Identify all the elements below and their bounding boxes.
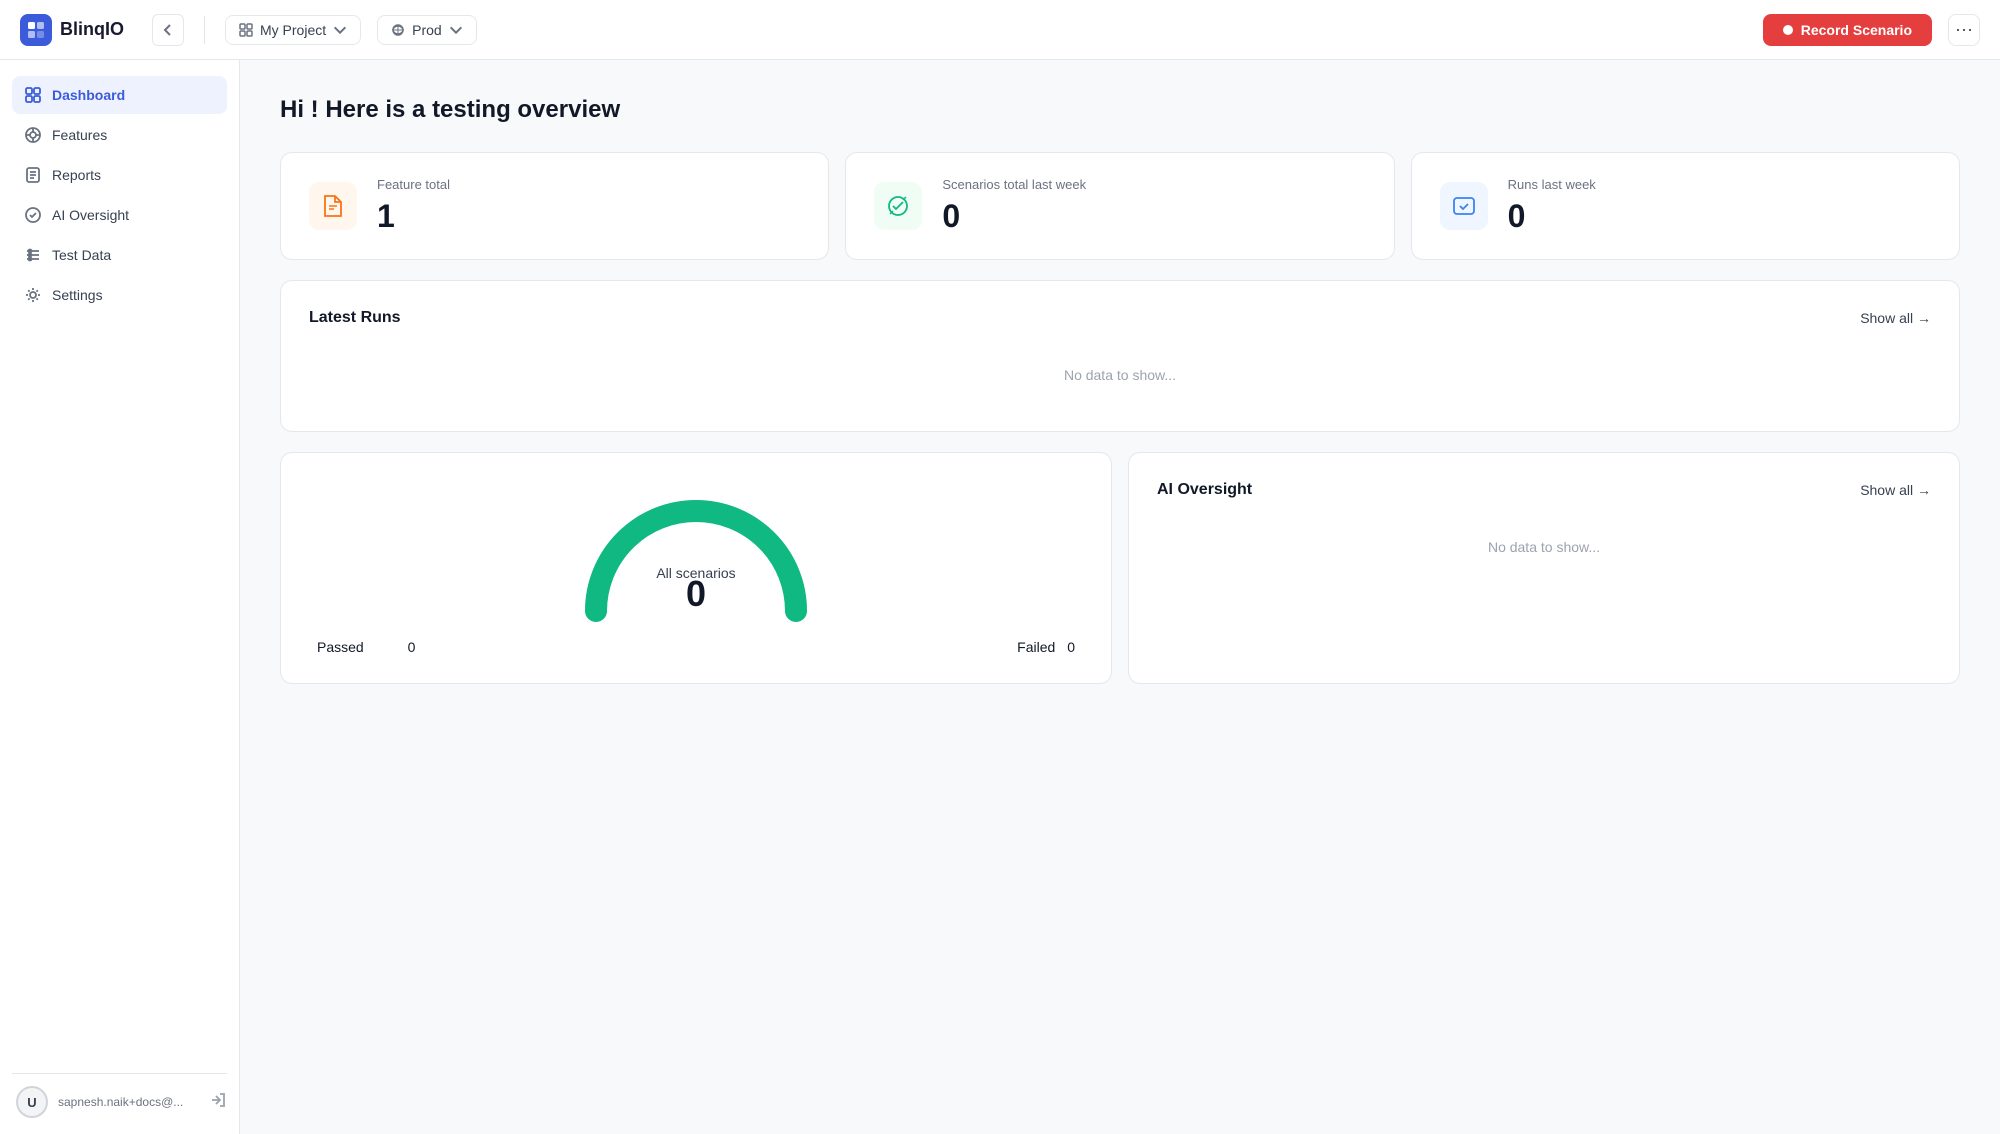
logout-button[interactable] bbox=[209, 1091, 227, 1114]
user-email: sapnesh.naik+docs@... bbox=[58, 1095, 199, 1109]
gauge-stats: Passed 0 Failed 0 bbox=[309, 639, 1083, 655]
logo-text: BlinqIO bbox=[60, 19, 124, 40]
sidebar-item-dashboard-label: Dashboard bbox=[52, 87, 125, 103]
ai-oversight-header: AI Oversight Show all → bbox=[1157, 481, 1931, 499]
stat-card-feature-total: Feature total 1 bbox=[280, 152, 829, 260]
feature-total-value: 1 bbox=[377, 198, 450, 235]
scenarios-total-value: 0 bbox=[942, 198, 1086, 235]
topbar: BlinqIO My Project Prod Record Scenario … bbox=[0, 0, 2000, 60]
scenarios-total-icon bbox=[874, 182, 922, 230]
ai-oversight-title: AI Oversight bbox=[1157, 481, 1252, 499]
latest-runs-empty: No data to show... bbox=[309, 347, 1931, 403]
runs-last-week-icon bbox=[1440, 182, 1488, 230]
feature-total-info: Feature total 1 bbox=[377, 177, 450, 235]
gauge-failed: Failed 0 bbox=[1017, 639, 1075, 655]
runs-last-week-value: 0 bbox=[1508, 198, 1596, 235]
more-options-button[interactable]: ··· bbox=[1948, 14, 1980, 46]
logo-icon bbox=[20, 14, 52, 46]
sidebar-item-features-label: Features bbox=[52, 127, 107, 143]
record-dot bbox=[1783, 25, 1793, 35]
feature-total-icon bbox=[309, 182, 357, 230]
latest-runs-card: Latest Runs Show all → No data to show..… bbox=[280, 280, 1960, 432]
gauge-card: All scenarios 0 Passed 0 Failed 0 bbox=[280, 452, 1112, 684]
scenarios-total-label: Scenarios total last week bbox=[942, 177, 1086, 192]
env-selector[interactable]: Prod bbox=[377, 15, 477, 45]
project-selector[interactable]: My Project bbox=[225, 15, 361, 45]
sidebar-item-ai-oversight[interactable]: AI Oversight bbox=[12, 196, 227, 234]
gauge-passed-label: Passed bbox=[317, 639, 364, 655]
gauge-passed: Passed 0 bbox=[317, 639, 415, 655]
stat-cards: Feature total 1 Scenarios total last wee… bbox=[280, 152, 1960, 260]
sidebar-item-dashboard[interactable]: Dashboard bbox=[12, 76, 227, 114]
logo: BlinqIO bbox=[20, 14, 124, 46]
ai-oversight-empty: No data to show... bbox=[1157, 519, 1931, 575]
sidebar-item-reports-label: Reports bbox=[52, 167, 101, 183]
feature-total-label: Feature total bbox=[377, 177, 450, 192]
sidebar-item-test-data-label: Test Data bbox=[52, 247, 111, 263]
stat-card-runs-last-week: Runs last week 0 bbox=[1411, 152, 1960, 260]
sidebar-item-settings-label: Settings bbox=[52, 287, 103, 303]
sidebar-item-settings[interactable]: Settings bbox=[12, 276, 227, 314]
sidebar-item-reports[interactable]: Reports bbox=[12, 156, 227, 194]
more-dots: ··· bbox=[1955, 19, 1973, 40]
sidebar-item-ai-oversight-label: AI Oversight bbox=[52, 207, 129, 223]
page-title: Hi ! Here is a testing overview bbox=[280, 96, 1960, 124]
sidebar-bottom: U sapnesh.naik+docs@... bbox=[12, 1073, 227, 1118]
gauge-container: All scenarios 0 Passed 0 Failed 0 bbox=[309, 481, 1083, 655]
sidebar: Dashboard Features Reports AI Oversight bbox=[0, 60, 240, 1134]
scenarios-total-info: Scenarios total last week 0 bbox=[942, 177, 1086, 235]
record-btn-label: Record Scenario bbox=[1801, 22, 1912, 38]
sidebar-item-features[interactable]: Features bbox=[12, 116, 227, 154]
stat-card-scenarios-total: Scenarios total last week 0 bbox=[845, 152, 1394, 260]
topbar-divider bbox=[204, 16, 205, 44]
runs-last-week-info: Runs last week 0 bbox=[1508, 177, 1596, 235]
sidebar-item-test-data[interactable]: Test Data bbox=[12, 236, 227, 274]
ai-oversight-show-all[interactable]: Show all → bbox=[1860, 482, 1931, 498]
collapse-button[interactable] bbox=[152, 14, 184, 46]
avatar: U bbox=[16, 1086, 48, 1118]
latest-runs-title: Latest Runs bbox=[309, 309, 401, 327]
env-label: Prod bbox=[412, 22, 442, 38]
record-scenario-button[interactable]: Record Scenario bbox=[1763, 14, 1932, 46]
bottom-row: All scenarios 0 Passed 0 Failed 0 bbox=[280, 452, 1960, 684]
latest-runs-show-all[interactable]: Show all → bbox=[1860, 310, 1931, 326]
gauge-failed-label: Failed bbox=[1017, 639, 1055, 655]
project-label: My Project bbox=[260, 22, 326, 38]
runs-last-week-label: Runs last week bbox=[1508, 177, 1596, 192]
gauge-passed-value: 0 bbox=[408, 639, 416, 655]
main-content: Hi ! Here is a testing overview Feature … bbox=[240, 60, 2000, 1134]
latest-runs-header: Latest Runs Show all → bbox=[309, 309, 1931, 327]
layout: Dashboard Features Reports AI Oversight bbox=[0, 60, 2000, 1134]
ai-oversight-card: AI Oversight Show all → No data to show.… bbox=[1128, 452, 1960, 684]
gauge-failed-value: 0 bbox=[1067, 639, 1075, 655]
